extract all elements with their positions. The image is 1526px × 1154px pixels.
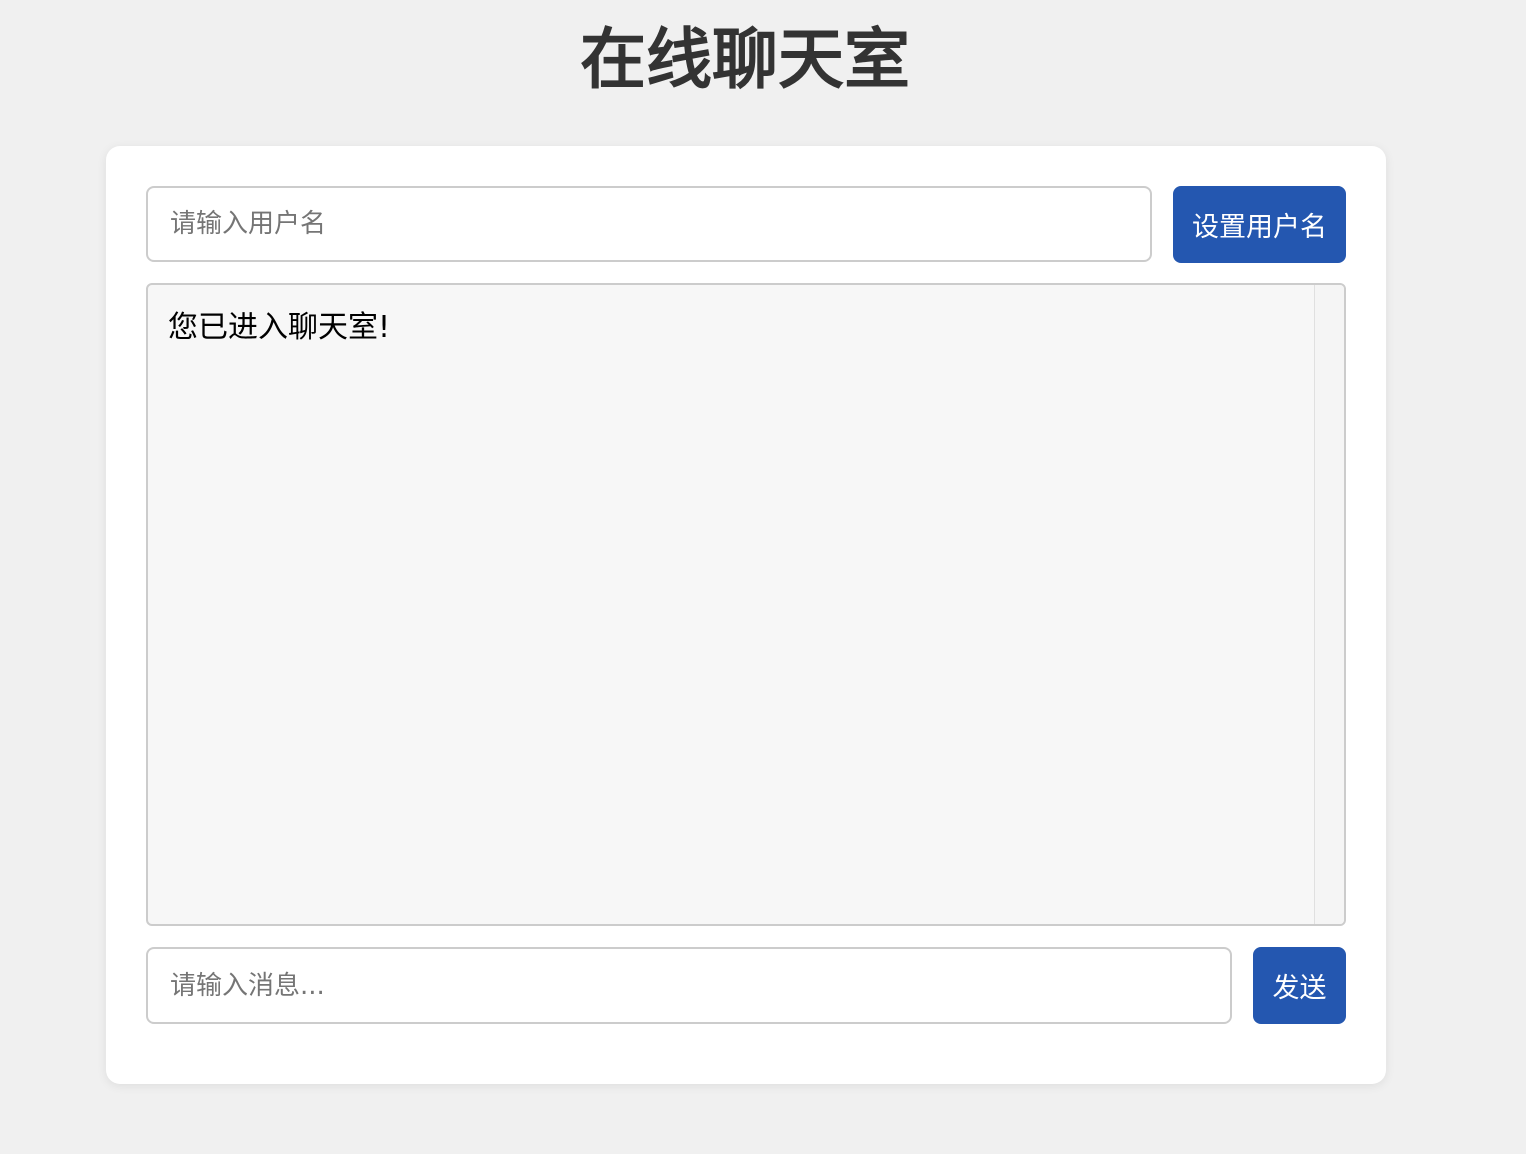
chat-card: 设置用户名 您已进入聊天室! 发送 [106,146,1386,1084]
message-area-scrollbar[interactable] [1314,285,1344,924]
username-input[interactable] [146,186,1152,262]
message-list: 您已进入聊天室! [168,307,1304,349]
set-username-button[interactable]: 设置用户名 [1173,186,1346,263]
page-title: 在线聊天室 [580,21,910,98]
message-area[interactable]: 您已进入聊天室! [146,283,1346,926]
send-button[interactable]: 发送 [1253,947,1346,1024]
message-input[interactable] [146,947,1232,1024]
message-item: 您已进入聊天室! [168,310,391,345]
